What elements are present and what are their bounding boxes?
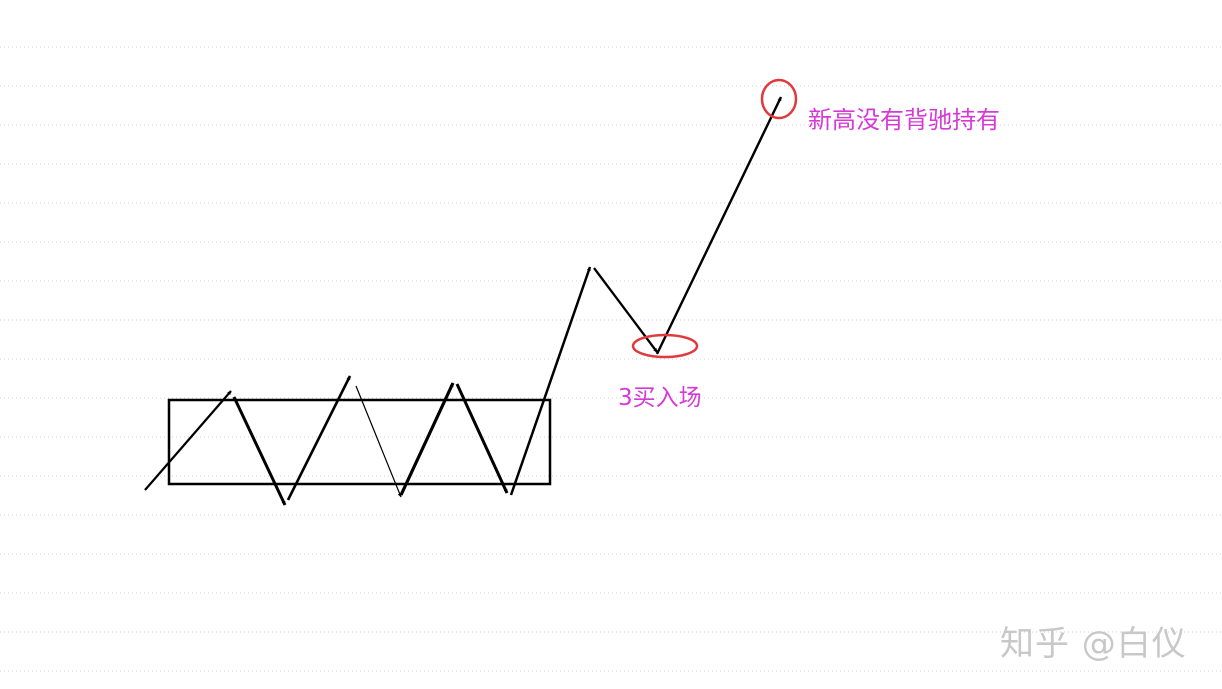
new-high-annotation: 新高没有背驰持有 <box>808 106 1000 134</box>
zhihu-watermark: 知乎 @白仪 <box>1000 624 1187 664</box>
price-leg-arrow <box>144 390 232 491</box>
price-path-diagram <box>0 46 1222 672</box>
third-buy-annotation: 3买入场 <box>618 385 702 411</box>
price-leg-arrow <box>286 375 352 501</box>
price-leg-arrow <box>655 96 783 355</box>
dotted-gridlines <box>0 46 1222 672</box>
price-leg-arrow <box>232 396 287 506</box>
price-legs <box>144 96 783 506</box>
price-leg-arrow <box>593 267 658 353</box>
price-leg-arrow <box>355 385 402 498</box>
diagram-canvas: 新高没有背驰持有 3买入场 知乎 @白仪 <box>0 0 1222 685</box>
consolidation-box <box>167 398 552 486</box>
